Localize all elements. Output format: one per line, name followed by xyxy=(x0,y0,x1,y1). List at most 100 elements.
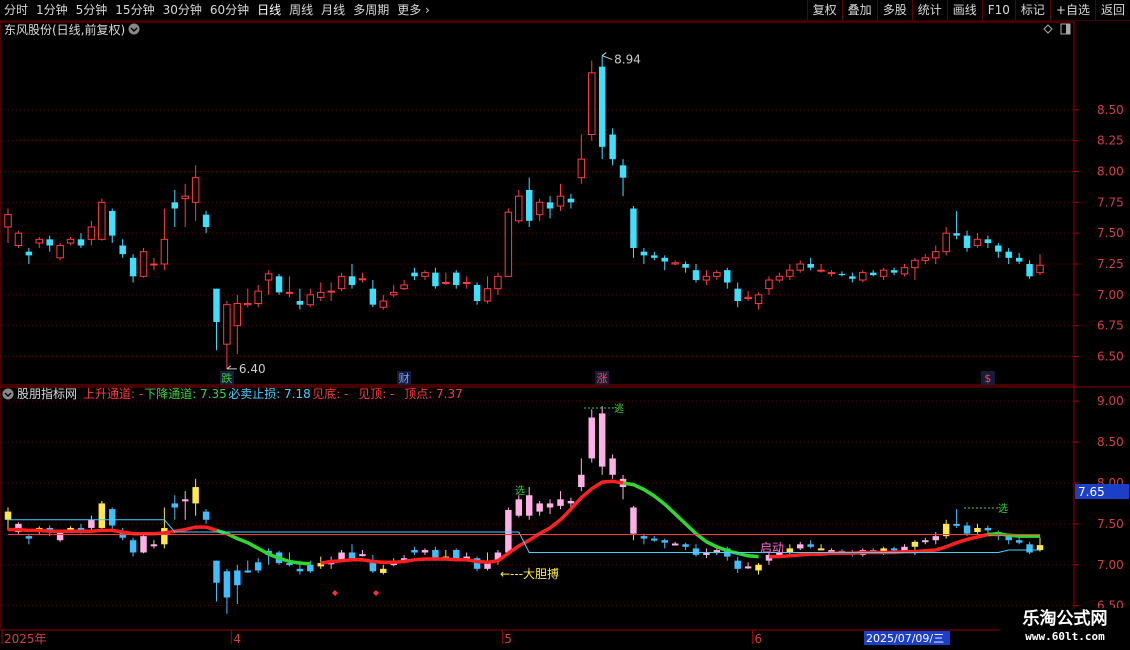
annotation-qidong: 启动 xyxy=(760,541,784,555)
ind-bar-body xyxy=(129,540,137,553)
ind-bar-body xyxy=(161,527,168,545)
ind-bar-body xyxy=(1026,544,1033,553)
ind-axis-tick-label: 9.00 xyxy=(1097,394,1124,408)
date-label-3: 6 xyxy=(755,632,763,646)
candle-body-up xyxy=(87,226,96,240)
candle-body-up xyxy=(379,300,388,308)
candle-body-down xyxy=(171,202,179,209)
candle-body-down xyxy=(567,198,575,203)
ind-bar-body xyxy=(671,543,679,546)
candle-body-up xyxy=(98,201,106,240)
event-marker-2: 涨 xyxy=(597,372,608,385)
ind-bar-body xyxy=(797,544,804,549)
candle-body-down xyxy=(849,276,856,279)
candle-body-down xyxy=(838,273,846,276)
current-value-tag: 7.65 xyxy=(1078,485,1105,499)
ind-bar-body xyxy=(890,548,898,551)
ind-bar-body xyxy=(911,541,919,547)
candle-body-down xyxy=(25,251,33,256)
main-axis-tick-label: 8.25 xyxy=(1097,134,1124,148)
candle-body-up xyxy=(150,263,158,266)
ind-bar-body xyxy=(505,509,512,553)
date-label-1: 4 xyxy=(233,632,241,646)
candle-body-down xyxy=(598,66,606,147)
ind-bar-body xyxy=(536,503,543,512)
ind-bar-body xyxy=(223,571,231,598)
candle-body-up xyxy=(66,238,75,244)
candle-body-up xyxy=(316,291,325,298)
candle-body-down xyxy=(348,276,356,285)
stock-chart[interactable]: 6.50 6.75 7.00 7.25 7.50 7.75 8.00 8.25 8.50 东风股份… xyxy=(0,0,1130,650)
ind-bar-body xyxy=(296,568,304,572)
candle-body-down xyxy=(202,214,210,227)
candle-body-up xyxy=(35,238,44,244)
candle-body-down xyxy=(953,233,960,236)
candle-body-down xyxy=(473,284,481,301)
main-axis-tick-label: 7.00 xyxy=(1097,288,1124,302)
ind-bar-body xyxy=(109,509,116,526)
ind-bar-body xyxy=(181,499,189,502)
ind-bar-body xyxy=(234,570,241,586)
candle-body-up xyxy=(577,158,586,179)
candle-body-down xyxy=(890,270,898,273)
ind-bar-body xyxy=(609,458,616,475)
ind-bar-body xyxy=(192,487,199,504)
ind-bar-body xyxy=(359,554,366,557)
main-axis-tick-label: 7.25 xyxy=(1097,257,1124,271)
candle-body-up xyxy=(515,195,523,222)
candle-body-down xyxy=(963,235,971,248)
indicator-name: 股朋指标网 xyxy=(17,386,77,401)
candle-body-up xyxy=(139,251,148,277)
candle-body-up xyxy=(337,275,346,290)
candle-body-up xyxy=(900,267,909,275)
candle-body-down xyxy=(296,301,304,305)
main-axis-tick-label: 6.50 xyxy=(1097,350,1124,364)
ind-bar-body xyxy=(254,562,262,571)
candle-body-down xyxy=(1005,251,1012,258)
candle-body-down xyxy=(734,288,741,301)
candle-body-down xyxy=(213,288,220,322)
candle-body-down xyxy=(1015,257,1023,262)
title-dropdown-icon xyxy=(128,23,140,35)
candle-body-up xyxy=(504,211,513,277)
candle-body-up xyxy=(671,262,679,265)
indicator-field-0: 上升通道: - xyxy=(83,387,143,401)
signal-diamond xyxy=(373,590,379,596)
candle-body-down xyxy=(609,134,616,160)
ind-bar-body xyxy=(202,511,210,520)
ind-bar-body xyxy=(578,474,585,488)
candle-body-down xyxy=(129,257,137,277)
ind-axis-tick-label: 7.50 xyxy=(1097,517,1124,531)
main-axis-tick-label: 8.50 xyxy=(1097,103,1124,117)
candle-body-up xyxy=(932,251,940,259)
candle-body-up xyxy=(421,272,429,277)
ind-bar-body xyxy=(651,538,658,541)
ind-bar-body xyxy=(411,550,418,553)
annotation-dadan: ←---大胆搏 xyxy=(500,567,559,581)
candle-body-up xyxy=(4,214,12,228)
ind-bar-body xyxy=(744,566,752,569)
candle-body-up xyxy=(483,288,492,302)
indicator-bars-group xyxy=(4,406,1044,614)
ind-bar-body xyxy=(661,540,668,543)
high-arrow xyxy=(601,52,613,61)
candle-body-down xyxy=(651,255,658,258)
candle-body-up xyxy=(879,269,888,277)
candle-body-up xyxy=(358,278,367,281)
low-price-label: 6.40 xyxy=(239,362,266,376)
candle-body-down xyxy=(630,208,637,248)
indicator-field-2: 必卖止损: 7.18 xyxy=(228,387,311,401)
ind-bar-body xyxy=(140,536,147,553)
indicator-dropdown-icon xyxy=(2,388,14,400)
candle-body-up xyxy=(556,195,565,207)
candles-group xyxy=(4,55,1044,369)
date-label-0: 2025年 xyxy=(4,632,47,646)
candle-body-down xyxy=(525,190,533,221)
ind-bar-body xyxy=(932,536,939,541)
ind-bar-body xyxy=(630,507,637,534)
candle-body-up xyxy=(191,177,200,203)
candle-body-down xyxy=(453,272,460,285)
main-axis-tick-label: 8.00 xyxy=(1097,165,1124,179)
annotation-xuan-2: 逃 xyxy=(614,402,624,415)
candle-body-up xyxy=(1036,264,1044,274)
